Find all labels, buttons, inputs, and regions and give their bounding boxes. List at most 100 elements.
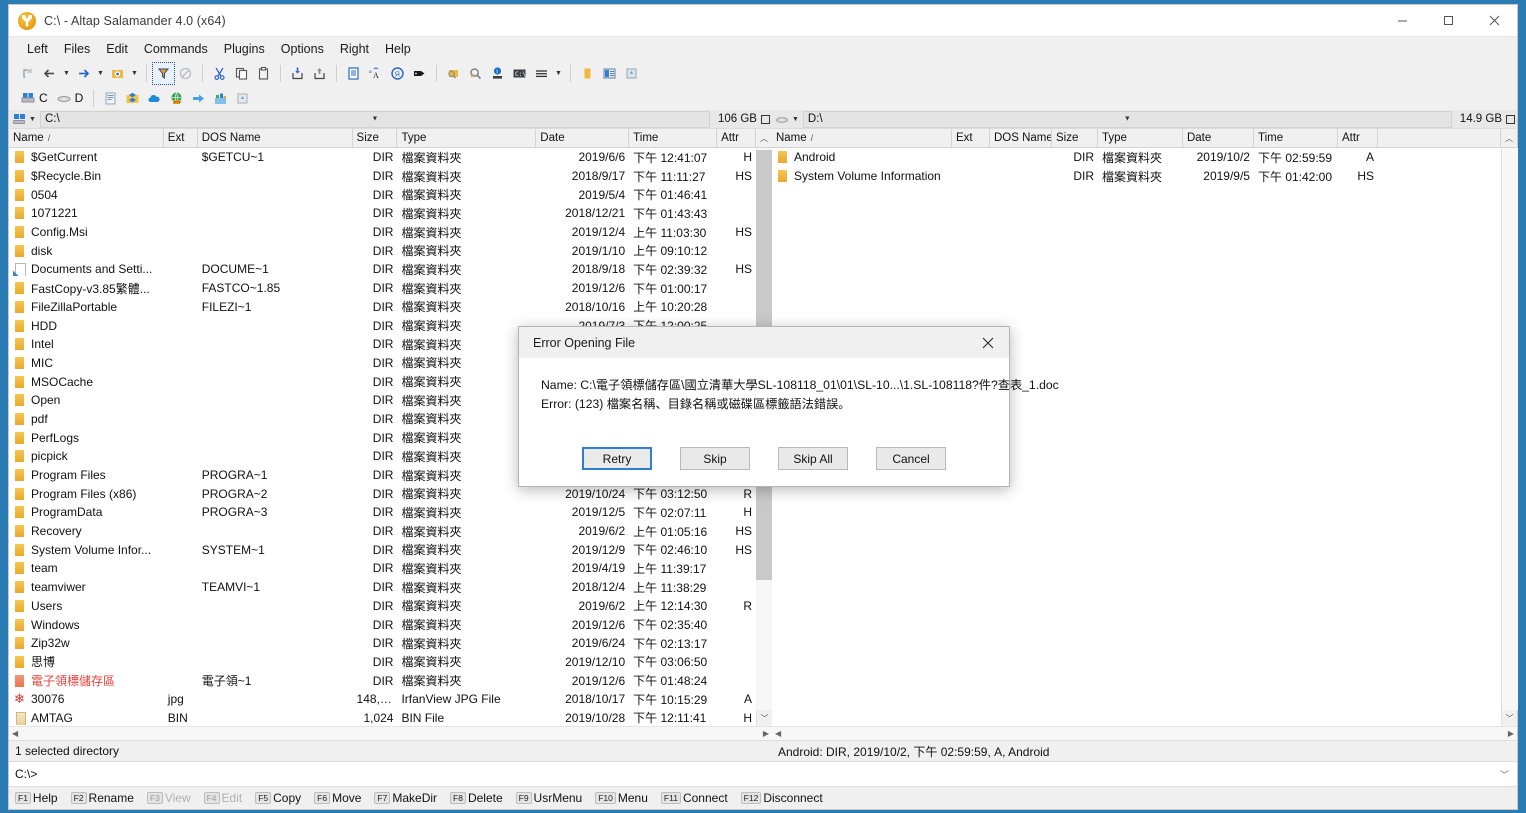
back-icon[interactable] xyxy=(39,63,60,84)
copy-icon[interactable] xyxy=(231,63,252,84)
menu-right[interactable]: Right xyxy=(332,39,377,59)
unpack-icon[interactable] xyxy=(309,63,330,84)
hot-paths-icon[interactable] xyxy=(107,63,128,84)
right-path-dropdown-icon[interactable]: ▼ xyxy=(1124,116,1131,123)
pack-icon[interactable] xyxy=(287,63,308,84)
onedrive-shortcut-icon[interactable] xyxy=(144,88,165,109)
right-horizontal-scrollbar[interactable]: ◀ ▶ xyxy=(771,726,1517,740)
view-file-icon[interactable] xyxy=(343,63,364,84)
recycle-shortcut-icon[interactable] xyxy=(232,88,253,109)
scroll-down-icon[interactable]: ﹀ xyxy=(756,710,772,726)
function-key-f11[interactable]: F11 Connect xyxy=(660,791,735,805)
function-key-f10[interactable]: F10 Menu xyxy=(595,791,655,805)
column-header-ext[interactable]: Ext xyxy=(952,129,990,147)
left-path-dropdown-icon[interactable]: ▼ xyxy=(371,116,378,123)
function-key-f12[interactable]: F12 Disconnect xyxy=(740,791,830,805)
table-row[interactable]: Users DIR 檔案資料夾 2019/6/2 上午 12:14:30 R xyxy=(9,597,756,616)
table-row[interactable]: 1071221 DIR 檔案資料夾 2018/12/21 下午 01:43:43 xyxy=(9,204,756,223)
table-row[interactable]: System Volume Infor... SYSTEM~1 DIR 檔案資料夾 20… xyxy=(9,540,756,559)
function-key-f3[interactable]: F3 View xyxy=(146,791,198,805)
table-row[interactable]: 0504 DIR 檔案資料夾 2019/5/4 下午 01:46:41 xyxy=(9,185,756,204)
menu-options[interactable]: Options xyxy=(273,39,332,59)
column-header-ext[interactable]: Ext xyxy=(164,129,198,147)
edit-file-icon[interactable]: aA xyxy=(365,63,386,84)
dropbox-shortcut-icon[interactable] xyxy=(122,88,143,109)
table-row[interactable]: AMTAG BIN 1,024 BIN File 2019/10/28 下午 12:11:… xyxy=(9,709,756,726)
command-line[interactable]: C:\> ﹀ xyxy=(9,761,1517,787)
scroll-right-icon[interactable]: ▶ xyxy=(1508,729,1514,738)
table-row[interactable]: Program Files (x86) PROGRA~2 DIR 檔案資料夾 2019/… xyxy=(9,484,756,503)
retry-button[interactable]: Retry xyxy=(582,447,652,470)
network-shortcut-icon[interactable]: FTP xyxy=(166,88,187,109)
table-row[interactable]: Recovery DIR 檔案資料夾 2019/6/2 上午 01:05:16 HS xyxy=(9,522,756,541)
table-row[interactable]: disk DIR 檔案資料夾 2019/1/10 上午 09:10:12 xyxy=(9,241,756,260)
cancel-button[interactable]: Cancel xyxy=(876,447,946,470)
compare-icon[interactable]: Я xyxy=(387,63,408,84)
command-history-dropdown-icon[interactable]: ﹀ xyxy=(1500,768,1509,781)
right-scroll-track[interactable] xyxy=(1501,148,1518,710)
menu-edit[interactable]: Edit xyxy=(98,39,136,59)
column-header-dos-name[interactable]: DOS Name xyxy=(990,129,1052,147)
table-row[interactable]: Android DIR 檔案資料夾 2019/10/2 下午 02:59:59 A xyxy=(772,148,1501,167)
scroll-right-icon[interactable]: ▶ xyxy=(763,729,769,738)
scroll-left-icon[interactable]: ◀ xyxy=(775,729,781,738)
menu-dropdown-icon[interactable]: ▼ xyxy=(553,63,564,84)
column-header-attr[interactable]: Attr xyxy=(1338,129,1378,147)
column-header-date[interactable]: Date xyxy=(536,129,630,147)
menu-files[interactable]: Files xyxy=(56,39,98,59)
table-row[interactable]: Zip32w DIR 檔案資料夾 2019/6/24 下午 02:13:17 xyxy=(9,634,756,653)
column-header-type[interactable]: Type xyxy=(397,129,537,147)
menu-left[interactable]: Left xyxy=(19,39,56,59)
table-row[interactable]: FastCopy-v3.85繁體... FASTCO~1.85 DIR 檔案資料夾 20… xyxy=(9,279,756,298)
column-header-date[interactable]: Date xyxy=(1183,129,1254,147)
column-header-time[interactable]: Time xyxy=(629,129,718,147)
table-row[interactable]: $GetCurrent $GETCU~1 DIR 檔案資料夾 2019/6/6 下午 12… xyxy=(9,148,756,167)
skip-button[interactable]: Skip xyxy=(680,447,750,470)
table-row[interactable]: ❄ 30076 jpg 148,821 IrfanView JPG File 2018/1… xyxy=(9,690,756,709)
table-row[interactable]: System Volume Information DIR 檔案資料夾 2019/9/… xyxy=(772,167,1501,186)
close-icon[interactable] xyxy=(967,327,1009,358)
table-row[interactable]: 電子領標儲存區 電子領~1 DIR 檔案資料夾 2019/12/6 下午 01:48:24 xyxy=(9,671,756,690)
table-row[interactable]: team DIR 檔案資料夾 2019/4/19 上午 11:39:17 xyxy=(9,559,756,578)
column-header-name[interactable]: Name / xyxy=(9,129,164,147)
column-header-type[interactable]: Type xyxy=(1098,129,1183,147)
go-up-icon[interactable] xyxy=(17,63,38,84)
menu-plugins[interactable]: Plugins xyxy=(216,39,273,59)
function-key-f5[interactable]: F5 Copy xyxy=(255,791,308,805)
deselect-icon[interactable] xyxy=(175,63,196,84)
function-key-f7[interactable]: F7 MakeDir xyxy=(374,791,444,805)
left-drive-dropdown-icon[interactable]: ▼ xyxy=(29,116,36,123)
menu-help[interactable]: Help xyxy=(377,39,419,59)
documents-shortcut-icon[interactable] xyxy=(100,88,121,109)
drive-d-button[interactable]: D xyxy=(53,88,88,108)
skip-all-button[interactable]: Skip All xyxy=(778,447,848,470)
function-key-f9[interactable]: F9 UsrMenu xyxy=(515,791,590,805)
hdd-icon[interactable] xyxy=(12,113,27,126)
function-key-f2[interactable]: F2 Rename xyxy=(70,791,141,805)
ftp-shortcut-icon[interactable] xyxy=(188,88,209,109)
left-horizontal-scrollbar[interactable]: ◀ ▶ xyxy=(9,726,772,740)
select-filter-icon[interactable] xyxy=(152,62,175,85)
find-icon[interactable] xyxy=(465,63,486,84)
column-header-size[interactable]: Size xyxy=(353,129,398,147)
column-header-dos-name[interactable]: DOS Name xyxy=(198,129,353,147)
drive-c-button[interactable]: C xyxy=(17,88,52,108)
column-header-time[interactable]: Time xyxy=(1254,129,1338,147)
menu-commands[interactable]: Commands xyxy=(136,39,216,59)
forward-dropdown-icon[interactable]: ▼ xyxy=(95,63,106,84)
table-row[interactable]: 思博 DIR 檔案資料夾 2019/12/10 下午 03:06:50 xyxy=(9,653,756,672)
table-row[interactable]: Documents and Setti... DOCUME~1 DIR 檔案資料夾 20… xyxy=(9,260,756,279)
properties-icon[interactable] xyxy=(409,63,430,84)
cd-icon[interactable] xyxy=(775,113,790,126)
table-row[interactable]: ProgramData PROGRA~3 DIR 檔案資料夾 2019/12/5 下午 0… xyxy=(9,503,756,522)
plugins-shortcut-icon[interactable] xyxy=(210,88,231,109)
table-row[interactable]: Config.Msi DIR 檔案資料夾 2019/12/4 上午 11:03:30 HS xyxy=(9,223,756,242)
table-row[interactable]: teamviwer TEAMVI~1 DIR 檔案資料夾 2018/12/4 上午 11:… xyxy=(9,578,756,597)
function-key-f8[interactable]: F8 Delete xyxy=(450,791,510,805)
drive-info-icon[interactable]: i xyxy=(487,63,508,84)
right-vertical-scrollbar[interactable]: ﹀ xyxy=(1501,148,1518,726)
console-icon[interactable]: C:\ xyxy=(509,63,530,84)
new-folder-icon[interactable] xyxy=(577,63,598,84)
paste-icon[interactable] xyxy=(253,63,274,84)
column-header-name[interactable]: Name / xyxy=(772,129,952,147)
